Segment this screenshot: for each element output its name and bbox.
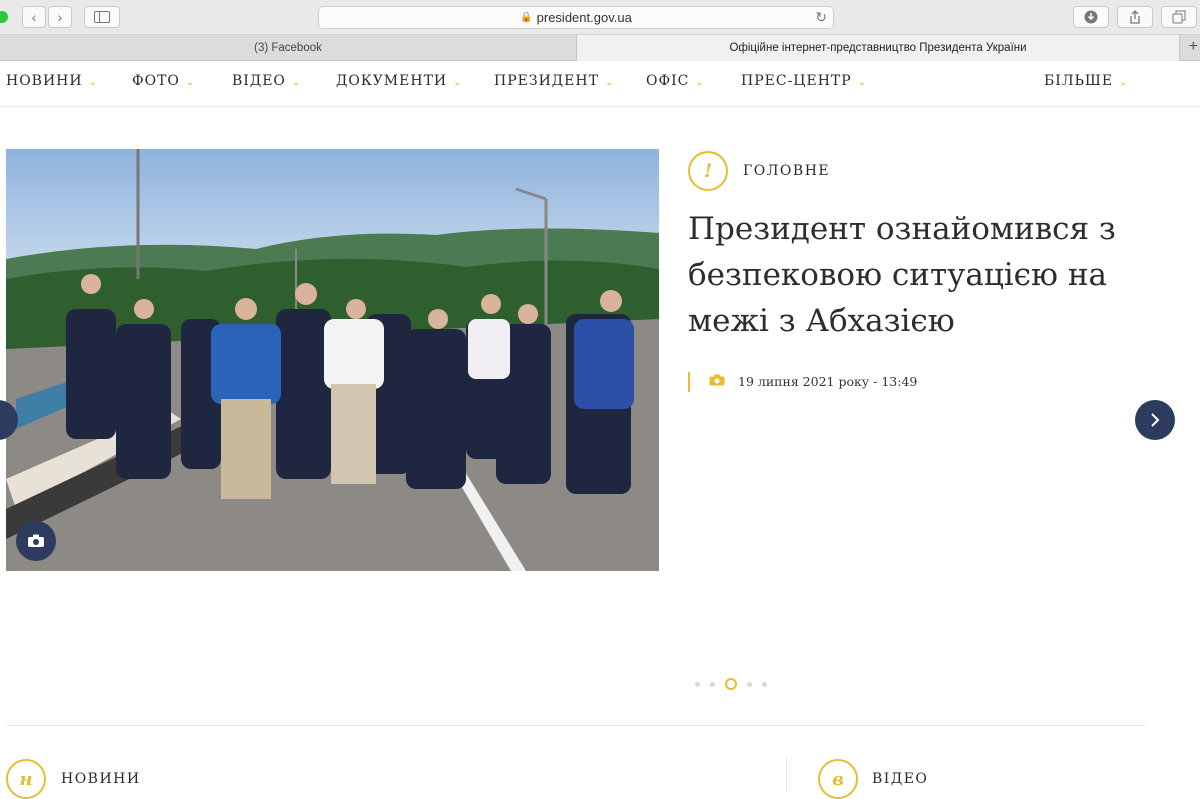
nav-label: ВІДЕО (232, 73, 286, 89)
slider-dot[interactable] (710, 681, 715, 687)
nav-item-photo[interactable]: ФОТО ⌄ (132, 73, 195, 89)
back-icon[interactable]: ‹ (22, 6, 46, 28)
download-icon[interactable] (1073, 6, 1109, 28)
camera-icon[interactable] (16, 521, 56, 561)
section-divider (6, 725, 1146, 726)
video-section-title[interactable]: ВІДЕО (872, 771, 928, 787)
reload-icon[interactable]: ↻ (815, 9, 827, 26)
important-icon: ! (688, 151, 728, 191)
window-maximize-button[interactable] (0, 11, 8, 23)
video-section-icon: в (818, 759, 858, 799)
nav-item-office[interactable]: ОФІС ⌄ (646, 73, 705, 89)
address-bar[interactable]: 🔒 president.gov.ua ↻ (318, 6, 834, 29)
url-text: president.gov.ua (536, 10, 632, 25)
chevron-down-icon: ⌄ (857, 77, 868, 88)
nav-item-more[interactable]: БІЛЬШЕ ⌄ (1044, 73, 1129, 89)
new-tab-button[interactable]: + (1189, 38, 1198, 56)
chevron-down-icon: ⌄ (453, 77, 463, 88)
nav-item-president[interactable]: ПРЕЗИДЕНТ ⌄ (494, 73, 614, 89)
nav-item-press-center[interactable]: ПРЕС-ЦЕНТР ⌄ (741, 73, 867, 89)
nav-item-video[interactable]: ВІДЕО ⌄ (232, 73, 301, 89)
share-icon[interactable] (1117, 6, 1153, 28)
site-nav: НОВИНИ ⌄ ФОТО ⌄ ВІДЕО ⌄ ДОКУМЕНТИ ⌄ ПРЕЗИДЕН… (0, 61, 1200, 107)
date-accent-bar (688, 372, 690, 392)
section-label[interactable]: ГОЛОВНЕ (743, 163, 830, 179)
nav-label: БІЛЬШЕ (1044, 73, 1114, 89)
chevron-down-icon: ⌄ (695, 77, 705, 88)
slider-pagination (695, 678, 767, 690)
tab-label: Офіційне інтернет-представництво Президе… (729, 42, 1027, 54)
chevron-down-icon: ⌄ (88, 77, 98, 88)
publish-date: 19 липня 2021 року - 13:49 (738, 374, 918, 389)
hero-photo[interactable] (6, 149, 659, 571)
slider-dot[interactable] (747, 681, 752, 687)
nav-label: ДОКУМЕНТИ (336, 73, 448, 89)
sidebar-icon[interactable] (84, 6, 120, 28)
tab-facebook[interactable]: (3) Facebook (0, 35, 576, 61)
chevron-down-icon: ⌄ (1119, 77, 1129, 88)
column-divider (786, 758, 787, 792)
nav-label: ФОТО (132, 73, 180, 89)
forward-icon[interactable]: › (48, 6, 72, 28)
slider-dot-active[interactable] (725, 678, 737, 690)
nav-label: ПРЕЗИДЕНТ (494, 73, 599, 89)
lock-icon: 🔒 (520, 12, 533, 23)
tab-label: (3) Facebook (254, 42, 322, 54)
nav-item-news[interactable]: НОВИНИ ⌄ (6, 73, 98, 89)
nav-item-documents[interactable]: ДОКУМЕНТИ ⌄ (336, 73, 463, 89)
news-section-icon: н (6, 759, 46, 799)
camera-icon (709, 373, 725, 389)
tab-president[interactable]: Офіційне інтернет-представництво Президе… (576, 35, 1180, 61)
chevron-down-icon: ⌄ (185, 77, 196, 88)
slider-dot[interactable] (762, 681, 767, 687)
headline[interactable]: Президент ознайомився з безпековою ситуа… (688, 206, 1158, 344)
browser-toolbar: ‹ › 🔒 president.gov.ua ↻ (0, 0, 1200, 35)
chevron-down-icon: ⌄ (291, 77, 302, 88)
tabs-icon[interactable] (1161, 6, 1197, 28)
slider-dot[interactable] (695, 681, 700, 687)
tab-bar: (3) Facebook Офіційне інтернет-представн… (0, 35, 1200, 61)
chevron-down-icon: ⌄ (604, 77, 615, 88)
nav-label: ПРЕС-ЦЕНТР (741, 73, 852, 89)
news-section-title[interactable]: НОВИНИ (61, 771, 141, 787)
nav-label: ОФІС (646, 73, 690, 89)
nav-label: НОВИНИ (6, 73, 83, 89)
chevron-right-icon[interactable] (1135, 400, 1175, 440)
